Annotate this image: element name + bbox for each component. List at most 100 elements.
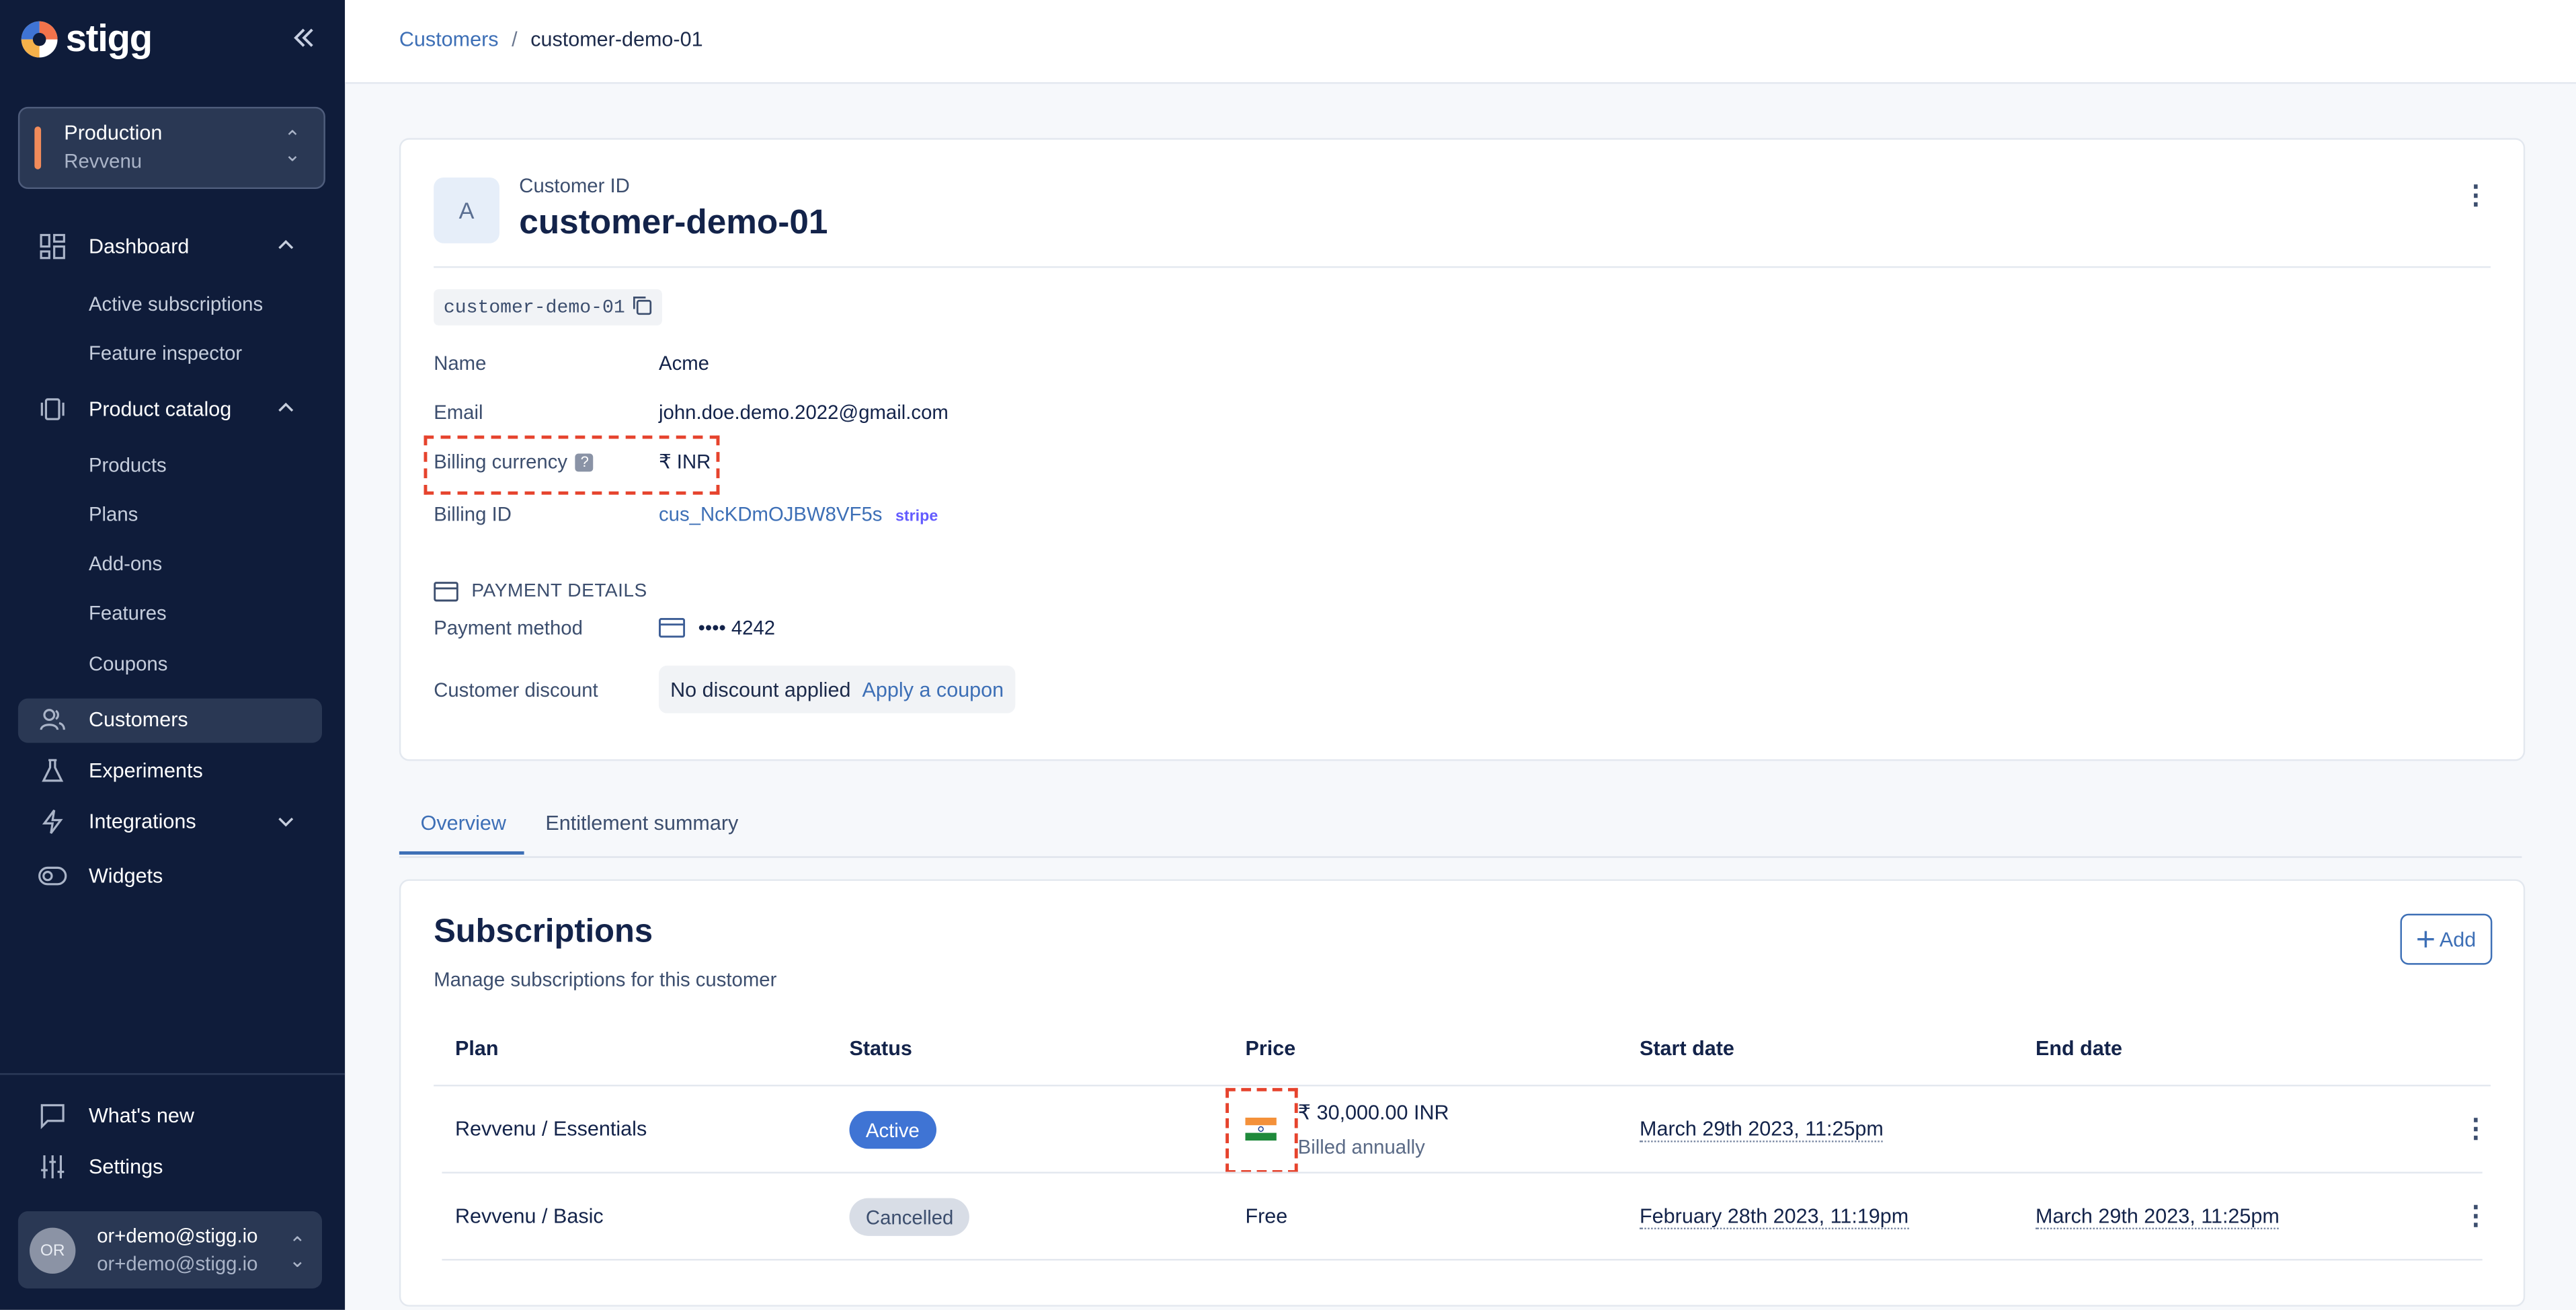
sidebar-item-label: Dashboard [88,235,190,258]
sidebar-item-dashboard[interactable]: Dashboard [36,233,190,260]
column-header-status: Status [849,1037,912,1061]
customer-tabs: Overview Entitlement summary [399,806,2522,858]
column-header-plan: Plan [454,1037,499,1061]
price-cell: ₹ 30,000.00 INR [1297,1101,1449,1124]
catalog-icon [36,396,69,422]
payment-method-value: •••• 4242 [659,616,776,640]
sidebar-item-whats-new[interactable]: What's new [36,1103,194,1129]
sidebar-item-plans[interactable]: Plans [89,503,138,526]
start-date-cell: February 28th 2023, 11:19pm [1640,1204,1908,1230]
column-header-price: Price [1245,1037,1296,1061]
copy-icon[interactable] [631,293,653,321]
payment-details-heading-text: PAYMENT DETAILS [471,582,647,602]
row-options-icon[interactable]: ⋮ [2462,1117,2489,1144]
main-content: Customers / customer-demo-01 A Customer … [345,0,2576,1310]
sidebar-item-integrations[interactable]: Integrations [36,808,196,835]
stigg-logo[interactable]: stigg [19,16,153,61]
billing-currency-value: ₹ INR [659,450,711,473]
sidebar-item-addons[interactable]: Add-ons [89,552,162,575]
row-options-icon[interactable]: ⋮ [2462,1204,2489,1231]
sidebar-divider [0,1073,346,1075]
more-options-icon[interactable]: ⋮ [2462,183,2489,210]
user-name: or+demo@stigg.io [97,1224,258,1247]
customer-discount-box: No discount applied Apply a coupon [659,665,1016,714]
sidebar-item-experiments[interactable]: Experiments [36,758,203,784]
chevron-up-icon[interactable] [276,397,296,422]
sidebar-item-features[interactable]: Features [89,601,167,624]
row-divider [442,1171,2483,1173]
sidebar-item-widgets[interactable]: Widgets [36,864,163,888]
sidebar-item-label: Settings [88,1155,163,1179]
payment-method-label: Payment method [434,616,583,640]
help-icon[interactable]: ? [575,453,594,472]
customer-id-code: customer-demo-01 [443,297,625,318]
customer-id-chip: customer-demo-01 [434,289,663,325]
sidebar-item-label: Experiments [88,759,203,783]
billing-period: Billed annually [1297,1135,1425,1159]
billing-currency-label: Billing currency? [434,451,594,473]
name-label: Name [434,351,487,375]
lightning-icon [36,808,69,835]
sidebar-item-label: Integrations [88,810,196,834]
collapse-sidebar-icon[interactable] [292,23,315,57]
plan-cell: Revvenu / Basic [454,1204,604,1228]
plus-icon [2417,931,2434,948]
sidebar-item-label: Widgets [88,864,163,888]
add-subscription-button[interactable]: Add [2400,913,2493,965]
end-date-cell: March 29th 2023, 11:25pm [2035,1204,2280,1230]
chevron-up-icon[interactable] [276,235,296,260]
breadcrumb-separator: / [512,28,518,51]
billing-currency-label-text: Billing currency [434,450,568,473]
flask-icon [36,758,69,784]
discount-value: No discount applied [670,678,851,701]
sidebar-item-label: What's new [88,1104,194,1128]
header-divider [434,1084,2491,1087]
status-badge: Cancelled [849,1198,970,1236]
billing-id-value: cus_NcKDmOJBW8VF5s stripe [659,503,938,526]
sidebar-item-active-subscriptions[interactable]: Active subscriptions [89,293,263,315]
card-last-digits: •••• 4242 [698,616,776,640]
price-cell: Free [1245,1204,1288,1228]
payment-details-heading: PAYMENT DETAILS [434,582,647,601]
sidebar-item-products[interactable]: Products [89,454,167,477]
divider [434,266,2491,268]
subscriptions-card: Subscriptions Manage subscriptions for t… [399,879,2526,1307]
column-header-start-date: Start date [1640,1037,1734,1061]
environment-color-bar [34,126,42,169]
sidebar-item-product-catalog[interactable]: Product catalog [36,396,231,422]
user-avatar: OR [29,1227,76,1274]
dashboard-icon [36,233,69,260]
column-header-end-date: End date [2035,1037,2123,1061]
tab-overview[interactable]: Overview [421,812,506,835]
breadcrumb-customers-link[interactable]: Customers [399,28,499,51]
up-down-chevron-icon: ⌃ ⌄ [288,1232,306,1272]
sidebar-item-coupons[interactable]: Coupons [89,652,167,675]
sidebar-item-feature-inspector[interactable]: Feature inspector [89,342,242,364]
toggle-icon [36,866,69,886]
customer-id-title: customer-demo-01 [519,204,828,242]
sliders-icon [36,1154,69,1180]
apply-coupon-link[interactable]: Apply a coupon [862,678,1004,701]
start-date-cell: March 29th 2023, 11:25pm [1640,1117,1884,1143]
customer-details-card: A Customer ID customer-demo-01 ⋮ custome… [399,138,2526,761]
top-bar: Customers / customer-demo-01 [345,0,2576,84]
credit-card-icon [434,582,458,602]
customer-discount-label: Customer discount [434,679,598,702]
status-badge: Active [849,1111,936,1149]
email-label: Email [434,401,483,424]
environment-subtitle: Revvenu [64,149,143,173]
sidebar-item-settings[interactable]: Settings [36,1154,163,1180]
environment-switcher[interactable]: Production Revvenu ⌃ ⌄ [17,106,325,190]
environment-title: Production [64,121,163,145]
billing-id-link[interactable]: cus_NcKDmOJBW8VF5s [659,503,882,526]
user-account-menu[interactable]: OR or+demo@stigg.io or+demo@stigg.io ⌃ ⌄ [17,1211,323,1289]
sidebar-item-customers[interactable]: Customers [36,707,188,733]
chevron-down-icon[interactable] [276,812,296,837]
user-email: or+demo@stigg.io [97,1252,258,1276]
sidebar-item-label: Customers [88,708,188,732]
customer-id-label: Customer ID [519,174,630,198]
sidebar-item-label: Product catalog [88,397,232,421]
up-down-chevron-icon: ⌃ ⌄ [284,126,301,166]
tab-entitlement-summary[interactable]: Entitlement summary [545,812,738,835]
start-date: February 28th 2023, 11:19pm [1640,1204,1908,1230]
